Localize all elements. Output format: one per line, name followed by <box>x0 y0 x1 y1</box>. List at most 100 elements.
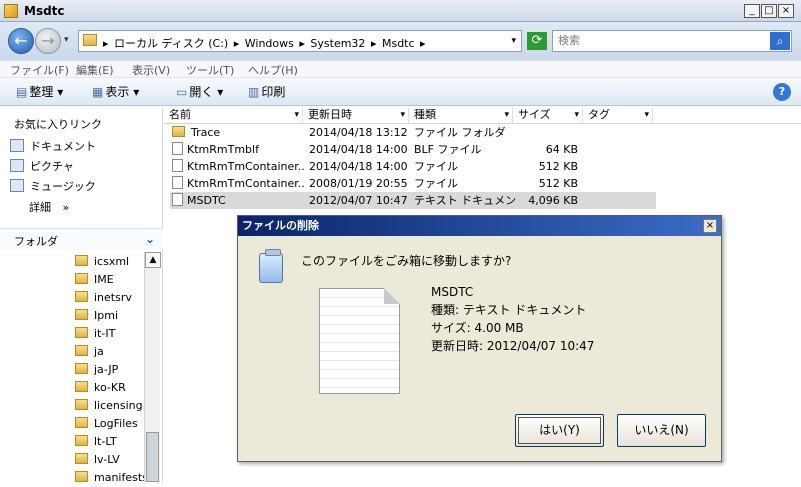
column-label: 更新日時 <box>308 108 352 121</box>
sidebar-item-pictures[interactable]: ピクチャ <box>10 158 74 174</box>
file-row[interactable]: KtmRmTmContainer... 2014/04/18 14:00 ファイ… <box>170 158 656 175</box>
filter-icon: ▾ <box>644 110 649 120</box>
menu-file[interactable]: ファイル(F) <box>10 62 69 78</box>
forward-button[interactable]: → <box>35 28 61 54</box>
folder-icon <box>75 345 88 356</box>
view-button[interactable]: ▦ 表示 ▾ <box>92 83 139 101</box>
address-bar: ← → ▾ ▸ ローカル ディスク (C:) ▸ Windows ▸ Syste… <box>0 22 801 60</box>
chevron-down-icon: ⌄ <box>144 232 155 246</box>
tree-item-lt-lt[interactable]: lt-LT <box>75 433 117 451</box>
tree-item-ja-jp[interactable]: ja-JP <box>75 361 118 379</box>
folder-icon <box>75 381 88 392</box>
file-name: KtmRmTmblf <box>187 143 259 156</box>
column-header-type[interactable]: 種類 ▾ <box>409 107 513 124</box>
column-label: 名前 <box>169 108 191 121</box>
column-headers: 名前 ▾ 更新日時 ▾ 種類 ▾ サイズ ▾ タグ ▾ <box>164 107 801 124</box>
menu-view[interactable]: 表示(V) <box>132 62 170 78</box>
breadcrumb-msdtc[interactable]: Msdtc <box>382 37 415 50</box>
more-link[interactable]: 詳細 » <box>29 199 69 215</box>
print-label: 印刷 <box>261 85 286 99</box>
help-icon[interactable]: ? <box>773 83 791 101</box>
menu-help[interactable]: ヘルプ(H) <box>248 62 298 78</box>
column-header-date[interactable]: 更新日時 ▾ <box>303 107 409 124</box>
path-breadcrumb[interactable]: ▸ ローカル ディスク (C:) ▸ Windows ▸ System32 ▸ … <box>78 30 522 52</box>
favorite-links-heading: お気に入りリンク <box>14 118 102 131</box>
file-date: 2014/04/18 14:00 <box>309 143 408 156</box>
tree-item-ja[interactable]: ja <box>75 343 104 361</box>
history-dropdown[interactable]: ▾ <box>64 35 69 45</box>
tree-label: it-IT <box>94 327 116 340</box>
minimize-button[interactable]: _ <box>744 4 760 18</box>
maximize-button[interactable]: □ <box>761 4 777 18</box>
yes-button[interactable]: はい(Y) <box>515 414 604 447</box>
file-row[interactable]: KtmRmTmblf 2014/04/18 14:00 BLF ファイル 64 … <box>170 141 656 158</box>
no-button[interactable]: いいえ(N) <box>617 414 706 447</box>
menu-edit[interactable]: 編集(E) <box>76 62 114 78</box>
sidebar-item-documents[interactable]: ドキュメント <box>10 138 96 154</box>
file-size: 512 KB <box>538 177 578 190</box>
folders-label: フォルダ <box>14 235 58 248</box>
dialog-title: ファイルの削除 <box>238 216 721 236</box>
organize-icon: ▤ <box>16 85 28 99</box>
tree-label: icsxml <box>94 255 130 268</box>
tree-item-manifests[interactable]: manifests <box>75 469 148 487</box>
refresh-button[interactable]: ⟳ <box>527 32 547 50</box>
back-button[interactable]: ← <box>8 28 34 54</box>
scroll-up-icon[interactable]: ▲ <box>145 252 161 268</box>
search-input[interactable]: 検索 ⌕ <box>552 30 792 52</box>
dialog-close-button[interactable]: × <box>703 219 717 233</box>
sidebar-item-label: ドキュメント <box>30 140 96 153</box>
folder-scrollbar[interactable]: ▲ <box>144 252 161 482</box>
filter-icon: ▾ <box>574 110 579 120</box>
file-date: 2014/04/18 14:00 <box>309 160 408 173</box>
path-dropdown-icon[interactable]: ▾ <box>511 36 516 46</box>
close-button[interactable]: × <box>778 4 794 18</box>
folder-icon <box>75 453 88 464</box>
menu-tools[interactable]: ツール(T) <box>186 62 234 78</box>
file-row[interactable]: Trace 2014/04/18 13:12 ファイル フォルダ <box>170 124 656 141</box>
breadcrumb-local-disk[interactable]: ローカル ディスク (C:) <box>114 37 228 50</box>
column-header-name[interactable]: 名前 ▾ <box>164 107 303 124</box>
file-row-selected[interactable]: MSDTC 2012/04/07 10:47 テキスト ドキュメント 4,096… <box>170 192 656 209</box>
file-details: MSDTC 種類: テキスト ドキュメント サイズ: 4.00 MB 更新日時:… <box>431 283 594 355</box>
folder-icon <box>75 327 88 338</box>
tree-item-icsxml[interactable]: icsxml <box>75 253 129 271</box>
detail-file-size: サイズ: 4.00 MB <box>431 321 524 335</box>
folders-header[interactable]: フォルダ ⌄ <box>0 228 163 250</box>
file-icon <box>172 176 183 189</box>
tree-label: manifests <box>94 471 148 484</box>
view-icon: ▦ <box>92 85 104 99</box>
search-icon[interactable]: ⌕ <box>770 32 790 50</box>
title-bar: Msdtc _ □ × <box>0 0 801 22</box>
tree-item-lv-lv[interactable]: lv-LV <box>75 451 120 469</box>
tree-label: licensing <box>94 399 143 412</box>
column-header-size[interactable]: サイズ ▾ <box>513 107 583 124</box>
breadcrumb-system32[interactable]: System32 <box>310 37 365 50</box>
more-label: 詳細 <box>29 201 51 214</box>
sidebar-item-label: ピクチャ <box>30 160 74 173</box>
tree-label: inetsrv <box>94 291 132 304</box>
command-bar: ▤ 整理 ▾ ▦ 表示 ▾ ▭ 開く ▾ ▥ 印刷 ? <box>0 78 801 106</box>
tree-item-ko-kr[interactable]: ko-KR <box>75 379 126 397</box>
print-button[interactable]: ▥ 印刷 <box>248 83 285 101</box>
file-date: 2012/04/07 10:47 <box>309 194 408 207</box>
organize-button[interactable]: ▤ 整理 ▾ <box>16 83 63 101</box>
file-row[interactable]: KtmRmTmContainer... 2008/01/19 20:55 ファイ… <box>170 175 656 192</box>
file-size: 512 KB <box>538 160 578 173</box>
file-name: KtmRmTmContainer... <box>187 160 304 173</box>
folder-icon <box>75 291 88 302</box>
tree-item-ime[interactable]: IME <box>75 271 114 289</box>
tree-item-logfiles[interactable]: LogFiles <box>75 415 138 433</box>
tree-item-it-it[interactable]: it-IT <box>75 325 115 343</box>
column-header-tags[interactable]: タグ ▾ <box>583 107 653 124</box>
tree-item-inetsrv[interactable]: inetsrv <box>75 289 132 307</box>
tree-item-licensing[interactable]: licensing <box>75 397 143 415</box>
file-size: 64 KB <box>545 143 578 156</box>
open-button[interactable]: ▭ 開く ▾ <box>176 83 223 101</box>
view-dropdown-icon: ▾ <box>133 85 140 99</box>
tree-item-ipmi[interactable]: Ipmi <box>75 307 118 325</box>
breadcrumb-windows[interactable]: Windows <box>245 37 294 50</box>
navigation-pane: お気に入りリンク ドキュメント ピクチャ ミュージック 詳細 » フォルダ ⌄ … <box>0 107 163 484</box>
scroll-thumb[interactable] <box>146 432 159 482</box>
sidebar-item-music[interactable]: ミュージック <box>10 178 96 194</box>
